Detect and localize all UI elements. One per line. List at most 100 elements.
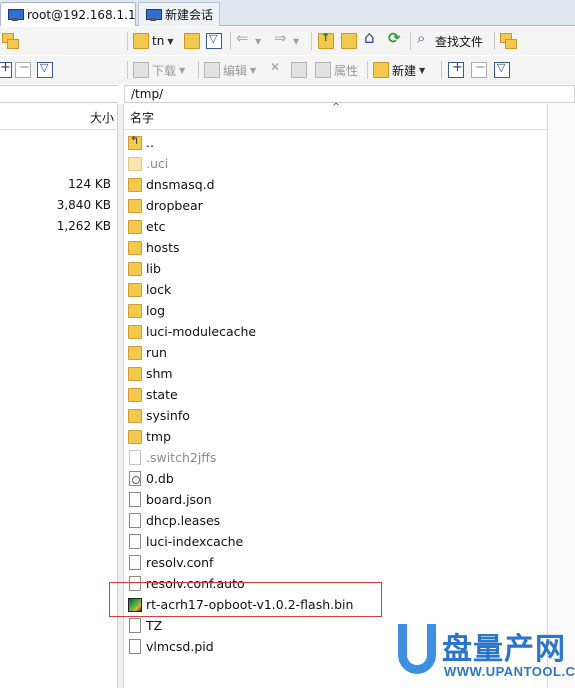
toolbar-divider xyxy=(127,32,128,50)
expand-button[interactable] xyxy=(448,60,464,80)
expand-left-button[interactable] xyxy=(0,60,12,80)
folder-icon xyxy=(128,156,142,171)
file-name: luci-modulecache xyxy=(146,324,257,339)
file-icon xyxy=(129,618,141,633)
file-row[interactable]: resolv.conf xyxy=(128,552,213,573)
local-file-pane: 大小 124 KB 3,840 KB 1,262 KB xyxy=(0,104,118,688)
find-files-label: 查找文件 xyxy=(435,34,484,49)
tree-toggle-button-right[interactable] xyxy=(500,31,517,51)
chevron-down-icon: ▼ xyxy=(250,65,257,75)
parent-folder-button[interactable] xyxy=(318,31,334,51)
tab-root-session[interactable]: root@192.168.1.1 xyxy=(0,2,136,26)
size-column-label: 大小 xyxy=(89,111,114,125)
chevron-down-icon: ▼ xyxy=(255,36,262,46)
file-row[interactable]: dnsmasq.d xyxy=(128,174,215,195)
file-row[interactable]: board.json xyxy=(128,489,212,510)
tab-new-session[interactable]: 新建会话 xyxy=(138,2,220,26)
filter-right-button[interactable] xyxy=(494,60,510,80)
file-name: etc xyxy=(146,219,166,234)
file-icon xyxy=(129,450,141,465)
size-column-header[interactable]: 大小 xyxy=(0,104,118,130)
file-row[interactable]: sysinfo xyxy=(128,405,190,426)
file-row[interactable]: tmp xyxy=(128,426,171,447)
file-name: lib xyxy=(146,261,161,276)
file-name: TZ xyxy=(146,618,163,633)
filter-button[interactable] xyxy=(206,31,222,51)
properties-button[interactable]: 属性 xyxy=(315,60,358,80)
open-folder-button[interactable] xyxy=(184,31,200,51)
folder-icon xyxy=(128,408,142,423)
file-row[interactable]: etc xyxy=(128,216,165,237)
path-combo[interactable]: tn ▼ xyxy=(133,31,173,51)
local-path-field[interactable] xyxy=(0,85,118,103)
file-icon xyxy=(129,534,141,549)
chevron-down-icon: ▼ xyxy=(293,36,300,46)
new-button[interactable]: 新建 ▼ xyxy=(373,60,425,80)
file-row[interactable]: 0.db xyxy=(128,468,174,489)
name-column-header[interactable]: 名字 ^ xyxy=(124,102,548,130)
file-name: dhcp.leases xyxy=(146,513,221,528)
folder-tree-icon xyxy=(500,33,517,49)
folder-icon xyxy=(128,366,142,381)
collapse-button[interactable] xyxy=(471,60,487,80)
rename-button[interactable] xyxy=(291,60,307,80)
filter-left-button[interactable] xyxy=(37,60,53,80)
root-folder-button[interactable] xyxy=(341,31,357,51)
file-name: tmp xyxy=(146,429,172,444)
rename-icon xyxy=(291,62,307,78)
sort-ascending-icon: ^ xyxy=(332,102,341,113)
file-name: .switch2jffs xyxy=(146,450,217,465)
folder-tree-icon xyxy=(2,33,19,49)
minus-icon xyxy=(471,60,487,78)
file-name: run xyxy=(146,345,167,360)
file-row[interactable]: run xyxy=(128,342,167,363)
home-button[interactable] xyxy=(364,28,380,51)
file-row[interactable]: .. xyxy=(128,132,154,153)
properties-icon xyxy=(315,62,331,78)
file-row[interactable]: .uci xyxy=(128,153,168,174)
file-name: shm xyxy=(146,366,173,381)
forward-button[interactable]: ▼ xyxy=(274,29,300,51)
file-row[interactable]: hosts xyxy=(128,237,180,258)
back-arrow-icon xyxy=(236,29,252,49)
parent-folder-icon xyxy=(318,31,334,49)
file-row[interactable]: luci-indexcache xyxy=(128,531,243,552)
back-button[interactable]: ▼ xyxy=(236,29,262,51)
edit-icon xyxy=(204,62,220,78)
download-button[interactable]: 下载 ▼ xyxy=(133,60,185,80)
file-row[interactable]: vlmcsd.pid xyxy=(128,636,214,657)
filter-icon xyxy=(37,61,53,78)
folder-icon xyxy=(128,324,142,339)
monitor-icon xyxy=(7,8,24,21)
tree-toggle-button[interactable] xyxy=(2,31,19,51)
action-toolbar: 下载 ▼ 编辑 ▼ 属性 新建 ▼ xyxy=(0,56,575,84)
toolbar-divider xyxy=(441,61,442,79)
file-row[interactable]: TZ xyxy=(128,615,162,636)
file-row[interactable]: lock xyxy=(128,279,171,300)
find-files-button[interactable]: 查找文件 xyxy=(416,29,484,51)
file-row[interactable]: dropbear xyxy=(128,195,203,216)
remote-path-field[interactable]: /tmp/ xyxy=(124,85,575,103)
chevron-down-icon: ▼ xyxy=(179,65,186,75)
file-row[interactable]: .switch2jffs xyxy=(128,447,216,468)
file-row[interactable]: state xyxy=(128,384,178,405)
file-icon xyxy=(129,492,141,507)
file-row[interactable]: luci-modulecache xyxy=(128,321,256,342)
delete-button[interactable] xyxy=(268,60,284,80)
edit-button[interactable]: 编辑 ▼ xyxy=(204,60,256,80)
file-name: vlmcsd.pid xyxy=(146,639,214,654)
toolbar-divider xyxy=(311,32,312,50)
path-combo-value: tn xyxy=(152,34,165,48)
folder-icon xyxy=(128,303,142,318)
monitor-icon xyxy=(145,8,162,21)
file-row[interactable]: log xyxy=(128,300,165,321)
folder-icon xyxy=(128,261,142,276)
file-row[interactable]: shm xyxy=(128,363,173,384)
file-row[interactable]: dhcp.leases xyxy=(128,510,220,531)
collapse-left-button[interactable] xyxy=(15,60,31,80)
refresh-button[interactable] xyxy=(387,29,403,51)
file-row[interactable]: lib xyxy=(128,258,161,279)
vertical-scrollbar[interactable] xyxy=(548,104,575,688)
file-name: 0.db xyxy=(146,471,174,486)
chevron-down-icon: ▼ xyxy=(419,65,426,75)
